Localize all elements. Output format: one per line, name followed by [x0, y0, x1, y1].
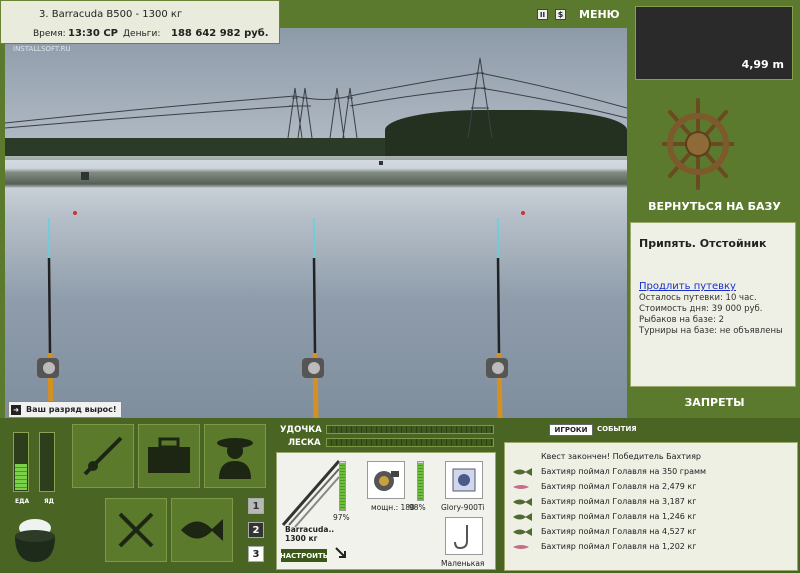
fish-icon	[511, 466, 533, 477]
event-text: Квест закончен! Победитель Бахтияр	[541, 452, 701, 461]
boat-info-panel: 3. Barracuda B500 - 1300 кг Время: 13:30…	[0, 0, 280, 44]
location-panel: Припять. Отстойник Продлить путевку Оста…	[630, 222, 796, 387]
event-text: Бахтияр поймал Голавля на 350 грамм	[541, 467, 707, 476]
rod-icon	[83, 436, 123, 476]
rod-slot-1-button[interactable]: 1	[248, 498, 264, 514]
time-value: 13:30 СР	[68, 28, 118, 39]
reel-condition-fill	[418, 462, 423, 500]
food-pot-icon[interactable]	[10, 514, 60, 566]
poison-gauge	[39, 432, 55, 492]
line-slot[interactable]	[445, 461, 483, 499]
line-spool-icon	[452, 468, 476, 492]
buoy	[81, 172, 89, 180]
list-item: Квест закончен! Победитель Бахтияр	[511, 449, 795, 464]
pause-button[interactable]: II	[537, 9, 548, 20]
tab-players[interactable]: ИГРОКИ	[549, 424, 593, 436]
food-button[interactable]	[105, 498, 167, 562]
bans-button[interactable]: ЗАПРЕТЫ	[629, 396, 800, 409]
event-text: Бахтияр поймал Голавля на 2,479 кг	[541, 482, 697, 491]
list-item: Бахтияр поймал Голавля на 2,479 кг	[511, 479, 795, 494]
hook-slot[interactable]	[445, 517, 483, 555]
watermark: INSTALLSOFT.RU	[13, 45, 71, 53]
tackle-box-icon	[148, 437, 190, 473]
food-label: ЕДА	[15, 498, 30, 505]
fish-icon	[511, 511, 533, 522]
fisherman-button[interactable]	[204, 424, 266, 488]
fish-icon	[511, 526, 533, 537]
fish-icon	[181, 519, 223, 541]
fish-icon	[511, 496, 533, 507]
line-name: Glory-900Ti	[441, 503, 485, 512]
line-tension-bar	[326, 438, 494, 447]
depth-value: 4,99 m	[741, 58, 784, 71]
line-strip-label: ЛЕСКА	[288, 438, 321, 448]
rod-slot-2-button[interactable]: 2	[248, 522, 264, 538]
time-label: Время:	[33, 29, 66, 39]
rod-slot-3-button[interactable]: 3	[248, 546, 264, 562]
tournaments-at-base: Турниры на базе: не объявлены	[639, 326, 783, 336]
float-marker	[73, 211, 77, 215]
ship-wheel-icon[interactable]	[654, 96, 742, 192]
reel-slot[interactable]	[367, 461, 405, 499]
location-title: Припять. Отстойник	[639, 237, 767, 250]
depth-display: 4,99 m	[635, 6, 793, 80]
scene-drawing	[5, 57, 627, 418]
event-text: Бахтияр поймал Голавля на 1,246 кг	[541, 512, 697, 521]
rod-weight: 1300 кг	[285, 534, 318, 543]
list-item: Бахтияр поймал Голавля на 1,202 кг	[511, 539, 795, 554]
rank-notice[interactable]: ➜ Ваш разряд вырос!	[8, 401, 122, 418]
rod-tension-bar	[326, 425, 494, 434]
reel-condition-percent: 98%	[409, 503, 426, 512]
return-to-base-button[interactable]: ВЕРНУТЬСЯ НА БАЗУ	[629, 200, 800, 213]
reel-condition-bar	[417, 461, 424, 501]
hook-icon	[454, 525, 468, 550]
event-text: Бахтияр поймал Голавля на 4,527 кг	[541, 527, 697, 536]
menu-button[interactable]: МЕНЮ	[579, 8, 620, 21]
rod-strip-label: УДОЧКА	[280, 425, 322, 435]
status-panel: ЕДА ЯД	[0, 418, 66, 573]
tab-events[interactable]: СОБЫТИЯ	[597, 425, 637, 433]
fisherman-icon	[217, 438, 253, 479]
rod-condition-bar	[339, 461, 346, 511]
arrow-right-icon: ➜	[11, 404, 21, 415]
lure-icon	[511, 481, 533, 492]
hook-name: Маленькая	[441, 559, 485, 568]
list-item: Бахтияр поймал Голавля на 1,246 кг	[511, 509, 795, 524]
fishers-at-base: Рыбаков на базе: 2	[639, 315, 724, 325]
power-towers	[5, 57, 627, 139]
list-item: Бахтияр поймал Голавля на 350 грамм	[511, 464, 795, 479]
lure-icon	[511, 541, 533, 552]
rod-image-icon[interactable]	[279, 455, 341, 531]
lake-scene[interactable]: INSTALLSOFT.RU	[5, 28, 627, 418]
rod-name: Barracuda..	[285, 525, 335, 534]
fish-cage-button[interactable]	[171, 498, 233, 562]
list-item: Бахтияр поймал Голавля на 3,187 кг	[511, 494, 795, 509]
event-icon-none	[511, 451, 533, 462]
money-value: 188 642 982 руб.	[171, 28, 269, 39]
money-label: Деньги:	[123, 29, 161, 39]
tackle-box-button[interactable]	[138, 424, 200, 488]
permit-remaining: Осталось путевки: 10 час.	[639, 293, 757, 303]
tune-rod-button[interactable]: НАСТРОИТЬ	[280, 549, 328, 562]
poison-label: ЯД	[44, 498, 54, 505]
rank-notice-text: Ваш разряд вырос!	[26, 405, 117, 414]
list-item: Бахтияр поймал Голавля на 4,527 кг	[511, 524, 795, 539]
extend-permit-link[interactable]: Продлить путевку	[639, 281, 736, 292]
shop-button[interactable]: $	[555, 9, 566, 20]
knife-fork-icon	[118, 512, 154, 548]
rods-button[interactable]	[72, 424, 134, 488]
day-cost: Стоимость дня: 39 000 руб.	[639, 304, 763, 314]
fishing-rods	[37, 218, 508, 418]
events-list: Квест закончен! Победитель Бахтияр Бахти…	[504, 442, 798, 571]
rod-condition-fill	[340, 463, 345, 510]
food-gauge-fill	[15, 463, 27, 490]
expand-arrow-icon[interactable]	[335, 547, 347, 559]
reel-icon	[374, 471, 399, 491]
boat-name: 3. Barracuda B500 - 1300 кг	[39, 9, 183, 20]
rod-condition-percent: 97%	[333, 513, 350, 522]
food-gauge	[13, 432, 29, 492]
event-text: Бахтияр поймал Голавля на 1,202 кг	[541, 542, 697, 551]
actions-panel: 1 2 3	[66, 418, 272, 573]
event-text: Бахтияр поймал Голавля на 3,187 кг	[541, 497, 697, 506]
